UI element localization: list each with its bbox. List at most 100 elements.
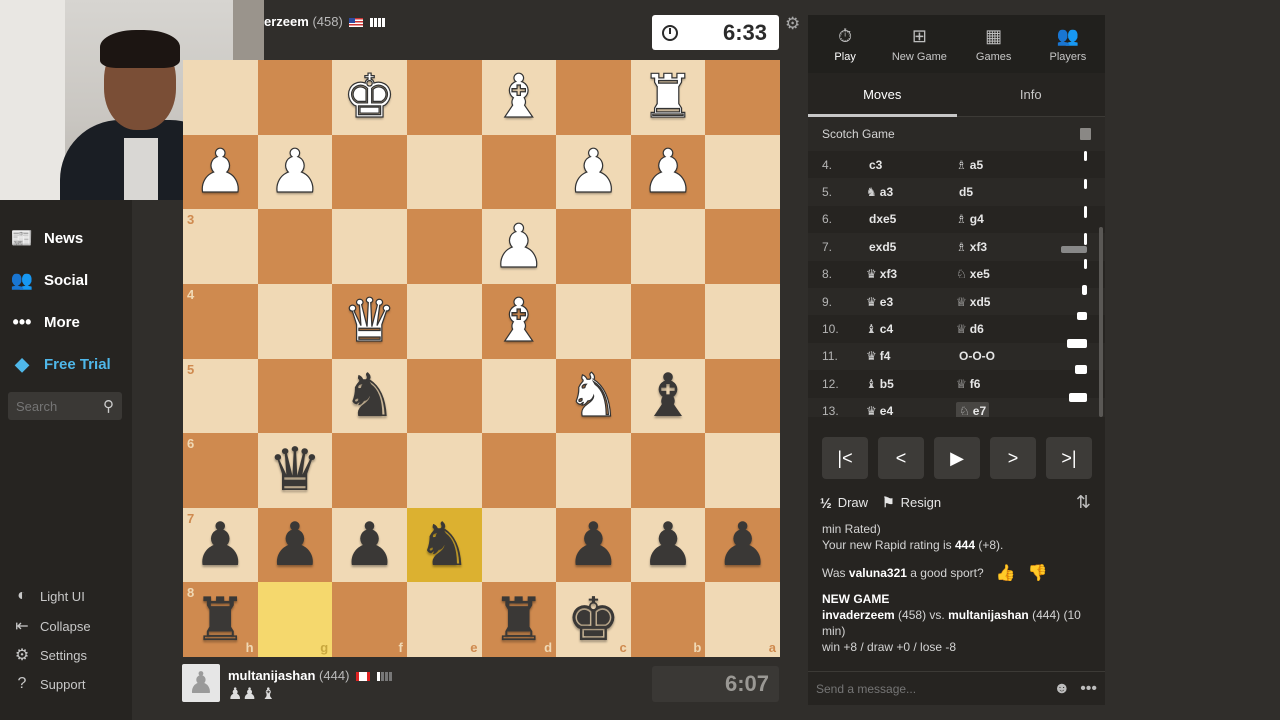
black-knight-piece[interactable]: ♞ [417,515,471,575]
board-square[interactable]: 3 [183,209,258,284]
black-move[interactable]: ♗ a5 [956,158,1046,172]
avatar[interactable]: ♟ [182,664,220,702]
black-rook-piece[interactable]: ♜ [492,590,546,650]
board-square[interactable] [257,60,333,135]
board-square[interactable] [257,358,333,434]
black-rook-piece[interactable]: ♜ [193,590,247,650]
board-square[interactable] [183,60,258,135]
board-square[interactable] [705,209,780,284]
search-input[interactable] [16,398,94,414]
play-button[interactable]: ▶ [934,437,980,479]
white-move[interactable]: exd5 [866,240,956,254]
draw-button[interactable]: ½ Draw [820,495,868,511]
board-square[interactable]: b [630,582,706,657]
white-move[interactable]: ♛ e3 [866,295,956,309]
search-icon[interactable]: ⚲ [103,397,114,415]
next-move-button[interactable]: > [990,437,1036,479]
white-queen-piece[interactable]: ♛ [342,291,397,352]
board-square[interactable] [406,433,482,508]
board-square[interactable] [257,283,333,359]
black-move[interactable]: ♗ xf3 [956,240,1046,254]
board-square[interactable]: ♟ [705,507,780,583]
board-square[interactable]: g [257,582,333,657]
black-pawn-piece[interactable]: ♟ [716,515,770,575]
white-rook-piece[interactable]: ♜ [641,67,696,128]
white-move[interactable]: ♝ b5 [866,377,956,391]
board-square[interactable]: ♚ [332,60,407,135]
white-move[interactable]: dxe5 [866,212,956,226]
white-bishop-piece[interactable]: ♝ [491,67,546,128]
nav-free-trial[interactable]: ◆ Free Trial [10,352,111,376]
black-queen-piece[interactable]: ♛ [268,440,322,500]
board-settings-gear-icon[interactable]: ⚙ [785,14,800,34]
white-move[interactable]: ♛ e4 [866,404,956,417]
board-square[interactable]: 7 ♟ [183,507,258,583]
chess-board[interactable]: ♚ ♝ ♜ ♟ ♟ ♟ ♟ 3 ♟ 4 ♛ ♝ 5 ♞ ♞ ♝ 6 ♛ 7 ♟ ♟ ♟ ♞ ♟ ♟ ♟ 8 h ♜ g f e d ♜ c ♚ b a [183,60,780,657]
player-link[interactable]: invaderzeem [822,608,895,622]
board-square[interactable] [556,283,631,359]
board-square[interactable]: ♟ [481,209,557,284]
nav-social[interactable]: 👥 Social [10,268,88,292]
white-bishop-piece[interactable]: ♝ [491,291,546,352]
board-square[interactable]: ♞ [406,507,482,583]
board-square[interactable]: ♝ [481,60,557,135]
black-move[interactable]: ♕ f6 [956,377,1046,391]
board-square[interactable] [332,134,407,210]
emoji-icon[interactable]: ☻ [1053,680,1070,698]
black-pawn-piece[interactable]: ♟ [193,515,247,575]
board-square[interactable] [705,433,780,508]
black-pawn-piece[interactable]: ♟ [567,515,621,575]
board-square[interactable]: 8 h ♜ [183,582,258,657]
board-square[interactable]: ♛ [332,283,407,359]
tab-games[interactable]: ▦ Games [957,15,1031,73]
black-move[interactable]: ♕ d6 [956,322,1046,336]
board-square[interactable] [406,60,482,135]
board-square[interactable]: ♟ [183,134,258,210]
white-knight-piece[interactable]: ♞ [566,365,621,426]
black-move[interactable]: ♘ xe5 [956,267,1046,281]
board-square[interactable]: e [406,582,482,657]
opponent-name[interactable]: valuna321 [849,566,907,580]
book-icon[interactable] [1080,128,1091,140]
board-square[interactable] [406,209,482,284]
white-move[interactable]: ♞ a3 [866,185,956,199]
settings-link[interactable]: ⚙ Settings [12,645,87,665]
board-square[interactable] [556,60,631,135]
white-move[interactable]: c3 [866,158,956,172]
tab-new-game[interactable]: ⊞ New Game [882,15,956,73]
board-square[interactable]: 6 [183,433,258,508]
board-square[interactable]: 5 [183,358,258,434]
light-ui-toggle[interactable]: ◐ Light UI [12,587,85,605]
black-bishop-piece[interactable]: ♝ [641,366,695,426]
board-square[interactable] [556,209,631,284]
move-list-scrollbar[interactable] [1099,227,1103,417]
board-square[interactable] [481,358,557,434]
white-pawn-piece[interactable]: ♟ [193,141,248,202]
board-square[interactable] [481,433,557,508]
flip-board-icon[interactable]: ⇅ [1076,492,1091,513]
board-square[interactable]: 4 [183,283,258,359]
black-move[interactable]: O-O-O [956,349,1046,363]
board-square[interactable] [705,283,780,359]
board-square[interactable]: d ♜ [481,582,557,657]
board-square[interactable] [332,209,407,284]
black-move[interactable]: ♕ xd5 [956,295,1046,309]
board-square[interactable] [406,283,482,359]
board-square[interactable] [406,358,482,434]
board-square[interactable] [705,60,780,135]
board-square[interactable] [630,433,706,508]
board-square[interactable] [257,209,333,284]
board-square[interactable] [406,134,482,210]
white-pawn-piece[interactable]: ♟ [267,141,322,202]
board-square[interactable]: ♟ [630,134,706,210]
board-square[interactable]: ♟ [257,134,333,210]
nav-news[interactable]: 📰 News [10,226,83,250]
black-move[interactable]: d5 [956,185,1046,199]
black-king-piece[interactable]: ♚ [567,590,621,650]
board-square[interactable] [630,283,706,359]
tab-moves[interactable]: Moves [808,73,957,117]
white-king-piece[interactable]: ♚ [342,67,397,128]
collapse-button[interactable]: ⇤ Collapse [12,616,90,636]
board-square[interactable]: ♜ [630,60,706,135]
board-square[interactable] [481,507,557,583]
